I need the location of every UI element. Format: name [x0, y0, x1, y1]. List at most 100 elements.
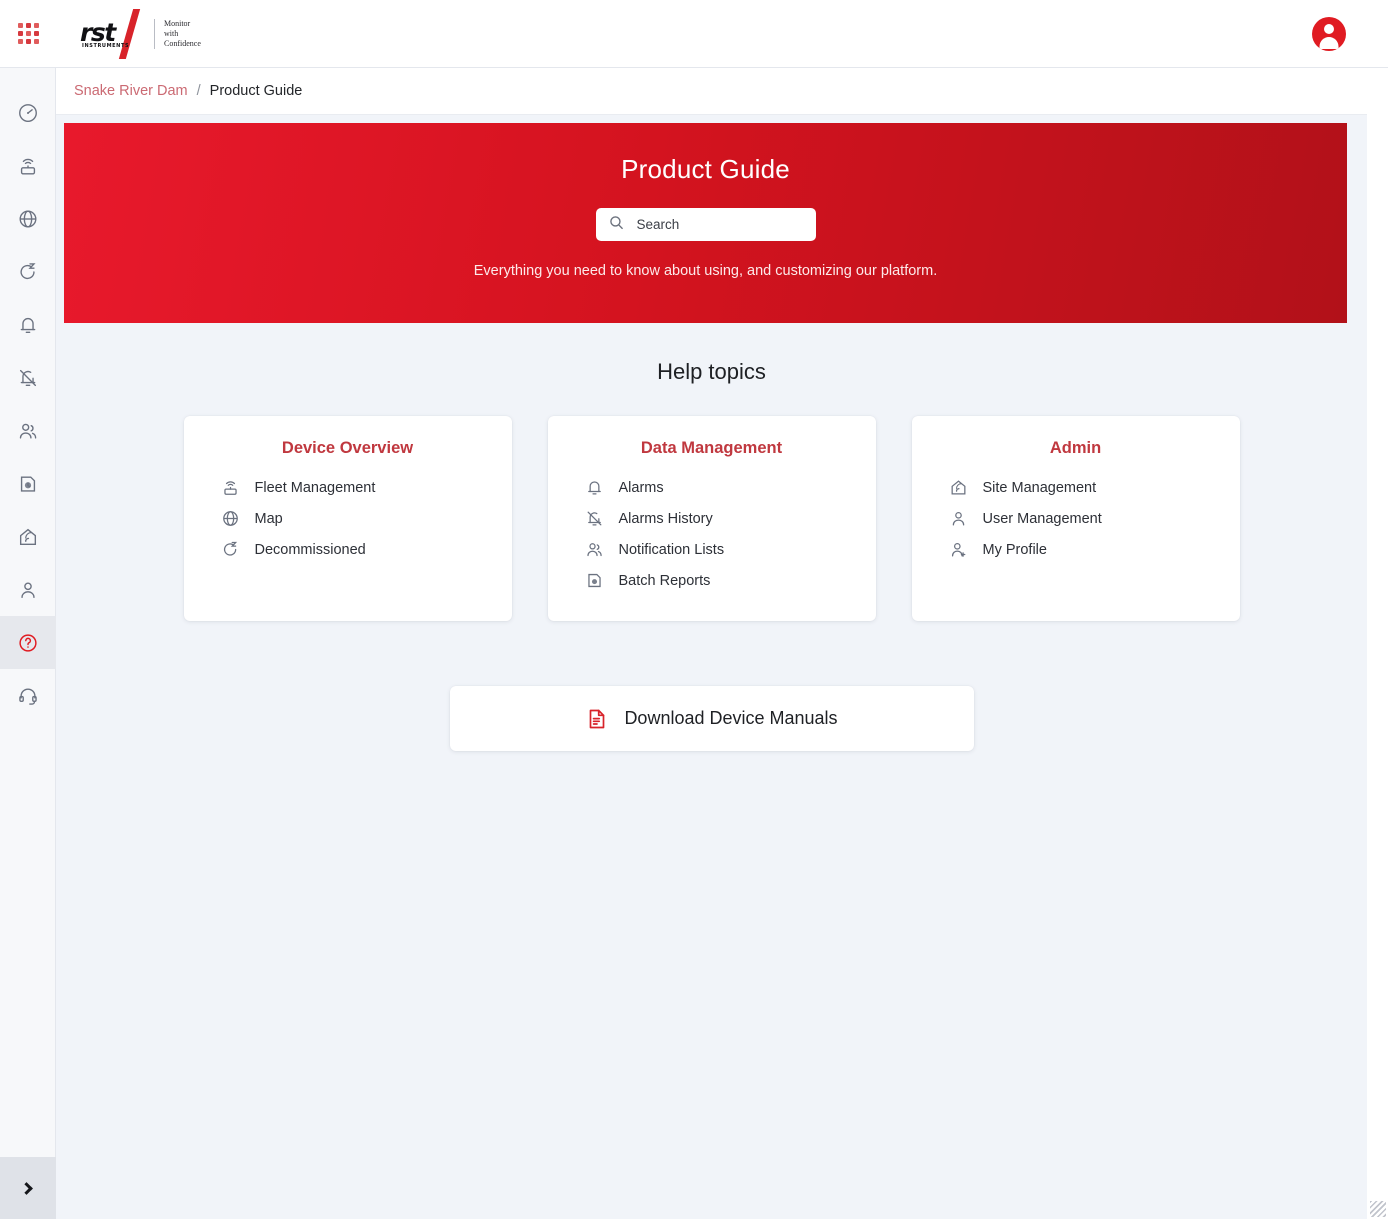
sidebar-item-support[interactable]	[0, 669, 56, 722]
avatar-head	[1324, 23, 1334, 34]
link-label: Site Management	[982, 479, 1097, 496]
sidebar-item-batch-reports[interactable]	[0, 457, 56, 510]
avatar	[1312, 16, 1346, 51]
link-label: Map	[254, 510, 283, 527]
link-label: Batch Reports	[618, 572, 711, 589]
bell-icon	[584, 477, 606, 499]
sidebar-item-dashboard[interactable]	[0, 86, 56, 139]
company-logo[interactable]: rst INSTRUMENTS Monitor with Confidence	[80, 8, 201, 59]
sidebar-item-alarms-history[interactable]	[0, 351, 56, 404]
card-title: Device Overview	[281, 439, 414, 457]
home-signal-icon	[948, 477, 970, 499]
link-label: Decommissioned	[254, 541, 366, 558]
hero-subtitle: Everything you need to know about using,…	[473, 263, 938, 279]
bell-icon	[17, 314, 39, 336]
help-topics-heading: Help topics	[657, 359, 766, 384]
card-title: Admin	[1049, 439, 1102, 457]
chevron-right-icon	[20, 1181, 33, 1195]
sidebar-item-user-management[interactable]	[0, 563, 56, 616]
sidebar-item-alarms[interactable]	[0, 298, 56, 351]
gauge-icon	[17, 102, 39, 124]
search-input[interactable]	[636, 217, 804, 232]
help-circle-icon	[17, 632, 39, 654]
left-sidebar	[0, 68, 56, 1219]
sidebar-item-map[interactable]	[0, 192, 56, 245]
logo-subword: INSTRUMENTS	[82, 42, 130, 49]
refresh-sleep-icon	[220, 539, 242, 561]
apps-grid-icon	[17, 23, 39, 44]
link-alarms-history[interactable]: Alarms History	[584, 503, 876, 534]
page-title: Product Guide	[621, 154, 790, 184]
link-label: Alarms History	[618, 510, 713, 527]
avatar-button[interactable]	[1312, 16, 1346, 51]
headset-icon	[17, 685, 39, 707]
link-fleet-management[interactable]: Fleet Management	[220, 472, 512, 503]
logo-mark: rst INSTRUMENTS	[80, 8, 142, 59]
apps-grid-button[interactable]	[0, 0, 56, 68]
link-my-profile[interactable]: My Profile	[948, 534, 1240, 565]
sidebar-item-fleet-management[interactable]	[0, 139, 56, 192]
card-device-overview: Device Overview Fleet Management Map Dec…	[183, 416, 512, 621]
breadcrumb-separator: /	[196, 83, 201, 99]
sidebar-item-product-guide[interactable]	[0, 616, 56, 669]
link-label: Fleet Management	[254, 479, 376, 496]
link-batch-reports[interactable]: Batch Reports	[584, 565, 876, 596]
search-icon	[608, 214, 625, 236]
card-link-list: Site Management User Management My Profi…	[912, 472, 1240, 565]
refresh-sleep-icon	[17, 261, 39, 283]
page-scroll-area: Product Guide Everything you need to kno…	[56, 123, 1367, 1219]
link-label: Notification Lists	[618, 541, 725, 558]
link-map[interactable]: Map	[220, 503, 512, 534]
link-site-management[interactable]: Site Management	[948, 472, 1240, 503]
bell-off-icon	[17, 367, 39, 389]
logo-tagline: Monitor with Confidence	[164, 19, 201, 49]
logo-divider	[154, 18, 155, 49]
sidebar-item-notification-lists[interactable]	[0, 404, 56, 457]
sidebar-item-site-management[interactable]	[0, 510, 56, 563]
download-label: Download Device Manuals	[624, 708, 838, 728]
hero-banner: Product Guide Everything you need to kno…	[64, 123, 1347, 323]
logo-tagline-line1: Monitor	[164, 18, 191, 28]
link-label: User Management	[982, 510, 1102, 527]
breadcrumb-site-link[interactable]: Snake River Dam	[74, 83, 188, 99]
globe-icon	[17, 208, 39, 230]
router-signal-icon	[220, 477, 242, 499]
logo-tagline-line2: with	[164, 28, 179, 38]
link-alarms[interactable]: Alarms	[584, 472, 876, 503]
top-bar: rst INSTRUMENTS Monitor with Confidence	[0, 0, 1388, 68]
card-data-management: Data Management Alarms Alarms History No…	[547, 416, 876, 621]
sidebar-icon-list	[0, 68, 56, 722]
users-icon	[584, 539, 606, 561]
breadcrumb: Snake River Dam / Product Guide	[56, 68, 1367, 115]
link-user-management[interactable]: User Management	[948, 503, 1240, 534]
app-root: rst INSTRUMENTS Monitor with Confidence	[0, 0, 1388, 1219]
main-content: Snake River Dam / Product Guide Product …	[56, 68, 1367, 1219]
help-topic-cards: Device Overview Fleet Management Map Dec…	[56, 416, 1367, 621]
link-notification-lists[interactable]: Notification Lists	[584, 534, 876, 565]
link-label: Alarms	[618, 479, 664, 496]
logo-tagline-line3: Confidence	[164, 38, 201, 48]
card-title: Data Management	[640, 439, 783, 457]
user-plus-icon	[948, 539, 970, 561]
link-label: My Profile	[982, 541, 1047, 558]
user-icon	[17, 579, 39, 601]
file-clock-icon	[17, 473, 39, 495]
user-icon	[948, 508, 970, 530]
breadcrumb-current: Product Guide	[209, 83, 303, 99]
document-red-icon	[585, 707, 609, 731]
file-clock-icon	[584, 570, 606, 592]
card-link-list: Fleet Management Map Decommissioned	[184, 472, 512, 565]
link-decommissioned[interactable]: Decommissioned	[220, 534, 512, 565]
sidebar-item-decommissioned[interactable]	[0, 245, 56, 298]
home-signal-icon	[17, 526, 39, 548]
card-admin: Admin Site Management User Management My…	[911, 416, 1240, 621]
sidebar-expand-button[interactable]	[0, 1157, 56, 1219]
search-box[interactable]	[595, 208, 816, 241]
globe-icon	[220, 508, 242, 530]
window-resize-grip[interactable]	[1370, 1201, 1386, 1217]
download-device-manuals-button[interactable]: Download Device Manuals	[449, 686, 974, 751]
card-link-list: Alarms Alarms History Notification Lists…	[548, 472, 876, 596]
right-margin-strip	[1367, 68, 1388, 1219]
bell-off-icon	[584, 508, 606, 530]
users-icon	[17, 420, 39, 442]
